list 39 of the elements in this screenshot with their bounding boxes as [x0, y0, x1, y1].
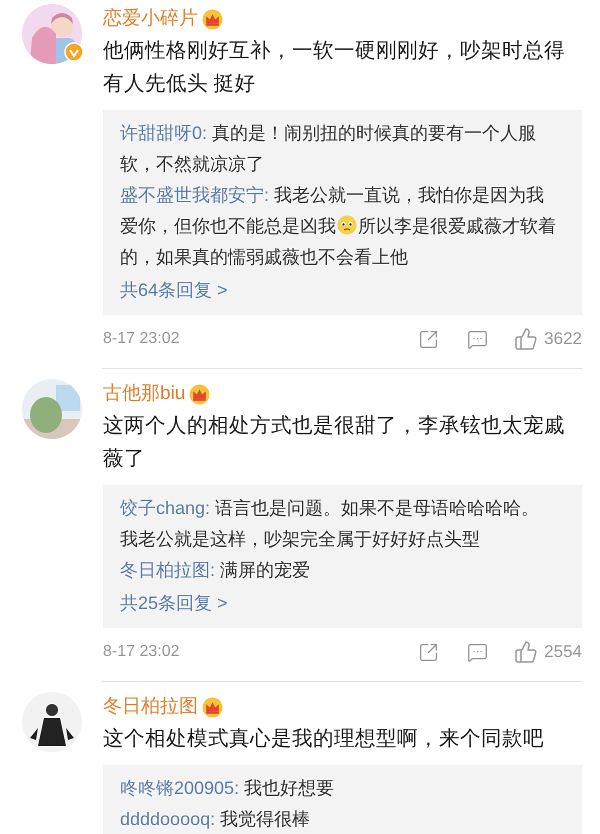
comment-icon	[467, 642, 488, 662]
more-replies-link[interactable]: 共64条回复 >	[120, 273, 556, 307]
like-button[interactable]: 2554	[514, 639, 582, 665]
share-icon	[418, 328, 440, 350]
timestamp: 8-17 23:02	[103, 329, 181, 349]
comment-icon	[467, 328, 488, 350]
crown-badge-icon	[202, 8, 223, 30]
timestamp: 8-17 23:02	[103, 642, 181, 662]
share-button[interactable]	[418, 328, 440, 350]
verified-badge-icon	[64, 42, 84, 62]
reply-username[interactable]: 咚咚锵200905:	[120, 778, 240, 798]
comment-button[interactable]	[467, 328, 488, 350]
reply-username[interactable]: 冬日柏拉图:	[120, 560, 216, 580]
reply-text: 咚咚锵200905: 我也好想要	[120, 777, 336, 800]
more-replies-link[interactable]: 共25条回复 >	[120, 586, 556, 620]
crown-badge-icon	[202, 696, 223, 718]
username[interactable]: 古他那biu	[103, 380, 186, 408]
comment-text: 这个相处模式真心是我的理想型啊，来个同款吧	[103, 726, 545, 752]
share-icon	[418, 642, 440, 662]
reply-text: ddddooooq: 我觉得很棒	[120, 808, 312, 831]
reply-text: 盛不盛世我都安宁: 我老公就一直说，我怕你是因为我爱你，但你也不能总是凶我 所以李是很爱戚薇才软着的，如果真的懦弱戚薇也不会看上他	[120, 184, 556, 269]
reply-text: 许甜甜呀0: 真的是！闹别扭的时候真的要有一个人服软，不然就凉凉了	[120, 122, 538, 176]
reply-username[interactable]: 许甜甜呀0:	[120, 123, 208, 143]
share-button[interactable]	[418, 642, 440, 662]
comment-button[interactable]	[467, 642, 488, 662]
username[interactable]: 冬日柏拉图	[103, 692, 198, 722]
reply-text: 冬日柏拉图: 满屏的宠爱	[120, 559, 312, 582]
reply-username[interactable]: ddddooooq:	[120, 809, 216, 829]
reply-text: 饺子chang: 语言也是问题。如果不是母语哈哈哈哈。我老公就是这样，吵架完全属于好好好点头型	[120, 497, 540, 551]
reply-username[interactable]: 饺子chang:	[120, 498, 210, 518]
like-button[interactable]: 3622	[514, 326, 582, 352]
sad-face-emoji-icon	[337, 215, 357, 235]
thumbs-up-icon	[514, 640, 538, 664]
comment-text: 这两个人的相处方式也是很甜了，李承铉也太宠戚薇了	[103, 413, 566, 472]
reply-username[interactable]: 盛不盛世我都安宁:	[120, 185, 270, 205]
username[interactable]: 恋爱小碎片	[103, 4, 198, 34]
crown-badge-icon	[189, 384, 210, 404]
thumbs-up-icon	[514, 327, 538, 351]
comment-text: 他俩性格刚好互补，一软一硬刚刚好，吵架时总得有人先低头 挺好	[103, 38, 566, 97]
